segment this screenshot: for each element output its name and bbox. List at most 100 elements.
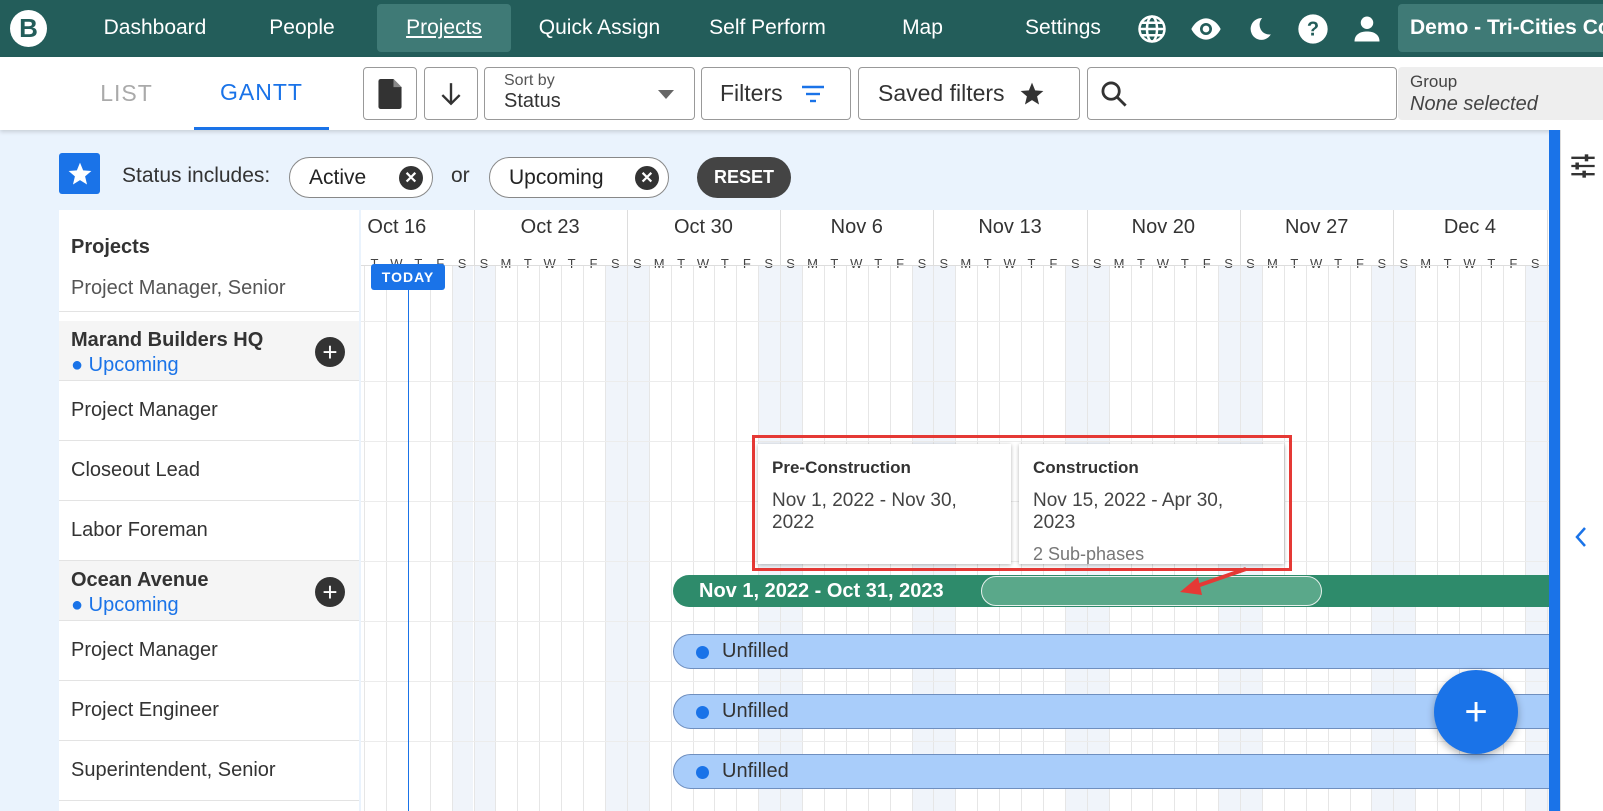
week-separator — [933, 210, 935, 265]
day-label: S — [457, 256, 467, 271]
day-label: T — [830, 256, 839, 271]
nav-self-perform[interactable]: Self Perform — [695, 4, 840, 52]
day-label: F — [1356, 256, 1364, 271]
add-role-button[interactable]: + — [315, 577, 345, 607]
day-gridline — [1415, 265, 1417, 811]
project-row-ocean[interactable]: Ocean Avenue ● Upcoming + — [59, 561, 359, 621]
nav-map[interactable]: Map — [880, 4, 965, 52]
nav-quick-assign[interactable]: Quick Assign — [527, 4, 672, 52]
list-item[interactable]: Project Manager, Senior — [59, 265, 359, 312]
day-label: T — [1443, 256, 1452, 271]
filter-chip-upcoming[interactable]: Upcoming ✕ — [489, 157, 669, 198]
day-label: T — [1334, 256, 1343, 271]
week-label: Dec 4 — [1443, 216, 1497, 238]
sort-direction-button[interactable] — [424, 67, 478, 120]
weekend-column — [626, 265, 649, 811]
day-label: F — [742, 256, 751, 271]
filters-label: Filters — [720, 80, 783, 106]
role-row[interactable]: Labor Foreman — [59, 501, 359, 561]
moon-icon[interactable] — [1243, 12, 1277, 46]
tab-list[interactable]: LIST — [74, 57, 179, 130]
phase-bar[interactable] — [981, 576, 1322, 606]
day-label: M — [807, 256, 818, 271]
week-label: Nov 20 — [1131, 216, 1196, 238]
phase-card-construction[interactable]: Construction Nov 15, 2022 - Apr 30, 2023… — [1019, 444, 1284, 564]
add-role-button[interactable]: + — [315, 337, 345, 367]
subphase-count: 2 Sub-phases — [1033, 544, 1145, 564]
day-label: W — [1310, 256, 1323, 271]
close-icon[interactable]: ✕ — [635, 166, 659, 190]
help-icon[interactable]: ? — [1296, 12, 1330, 46]
day-gridline — [626, 265, 628, 811]
day-gridline — [714, 265, 716, 811]
right-rail — [1560, 130, 1603, 811]
globe-icon[interactable] — [1135, 12, 1169, 46]
search-icon — [1101, 81, 1127, 107]
day-gridline — [539, 265, 541, 811]
day-gridline — [648, 265, 650, 811]
role-row[interactable]: Project Manager — [59, 621, 359, 681]
unfilled-role-bar[interactable]: Unfilled — [673, 694, 1549, 729]
week-label: Oct 23 — [520, 216, 580, 238]
add-fab-button[interactable]: + — [1434, 670, 1518, 754]
scrollbar[interactable] — [1549, 130, 1560, 811]
day-gridline — [583, 265, 584, 811]
tune-icon[interactable] — [1569, 152, 1597, 180]
role-row[interactable]: Project Manager — [59, 381, 359, 441]
day-label: S — [786, 256, 795, 271]
filters-button[interactable]: Filters — [701, 67, 851, 120]
day-label: S — [917, 256, 927, 271]
unfilled-role-bar[interactable]: Unfilled — [673, 634, 1549, 669]
day-gridline — [495, 265, 497, 811]
phase-title: Construction — [1033, 458, 1139, 477]
day-gridline — [1371, 265, 1373, 811]
header-divider — [361, 265, 1549, 266]
reset-button[interactable]: RESET — [697, 157, 791, 198]
unfilled-role-bar[interactable]: Unfilled — [673, 754, 1549, 789]
day-gridline — [451, 265, 453, 811]
role-row[interactable]: Closeout Lead — [59, 441, 359, 501]
nav-projects[interactable]: Projects — [377, 4, 511, 52]
nav-settings[interactable]: Settings — [1013, 4, 1113, 52]
close-icon[interactable]: ✕ — [399, 166, 423, 190]
star-icon — [1020, 82, 1043, 105]
app-logo[interactable]: B — [10, 10, 47, 47]
day-gridline — [429, 265, 431, 811]
day-label: M — [960, 256, 972, 271]
role-row[interactable]: Project Engineer — [59, 681, 359, 741]
user-icon[interactable] — [1350, 12, 1384, 46]
day-gridline — [604, 265, 606, 811]
project-row-marand[interactable]: Marand Builders HQ ● Upcoming + — [59, 321, 359, 381]
svg-text:?: ? — [1307, 19, 1319, 41]
day-label: W — [850, 256, 863, 271]
nav-people[interactable]: People — [247, 4, 357, 52]
row-divider — [361, 381, 1549, 382]
tab-gantt[interactable]: GANTT — [194, 57, 329, 130]
role-row[interactable]: Superintendent, Senior — [59, 741, 359, 801]
group-select[interactable]: Group None selected — [1398, 67, 1603, 120]
day-label: S — [1377, 256, 1387, 271]
eye-icon[interactable] — [1189, 12, 1223, 46]
chevron-left-icon[interactable] — [1573, 525, 1589, 549]
phase-popover-highlight: Pre-Construction Nov 1, 2022 - Nov 30, 2… — [752, 435, 1292, 571]
day-label: W — [696, 256, 710, 271]
export-button[interactable] — [363, 67, 417, 120]
day-label: T — [567, 256, 576, 271]
week-separator — [780, 210, 782, 265]
phase-card-preconstruction[interactable]: Pre-Construction Nov 1, 2022 - Nov 30, 2… — [758, 444, 1011, 564]
filter-chip-active[interactable]: Active ✕ — [289, 157, 433, 198]
day-gridline — [1327, 265, 1329, 811]
day-gridline — [692, 265, 694, 811]
project-bar-label: Nov 1, 2022 - Oct 31, 2023 — [699, 579, 944, 602]
saved-filters-button[interactable]: Saved filters — [858, 67, 1080, 120]
sort-select[interactable]: Sort by Status — [484, 67, 695, 120]
search-input[interactable] — [1087, 67, 1397, 120]
org-selector[interactable]: Demo - Tri-Cities Co — [1398, 4, 1603, 52]
phase-title: Pre-Construction — [772, 458, 911, 477]
saved-filters-label: Saved filters — [878, 80, 1005, 106]
day-label: S — [1092, 256, 1102, 271]
today-line — [408, 288, 409, 811]
saved-filter-star-button[interactable] — [59, 153, 100, 194]
nav-dashboard[interactable]: Dashboard — [85, 4, 225, 52]
day-label: F — [896, 256, 905, 271]
